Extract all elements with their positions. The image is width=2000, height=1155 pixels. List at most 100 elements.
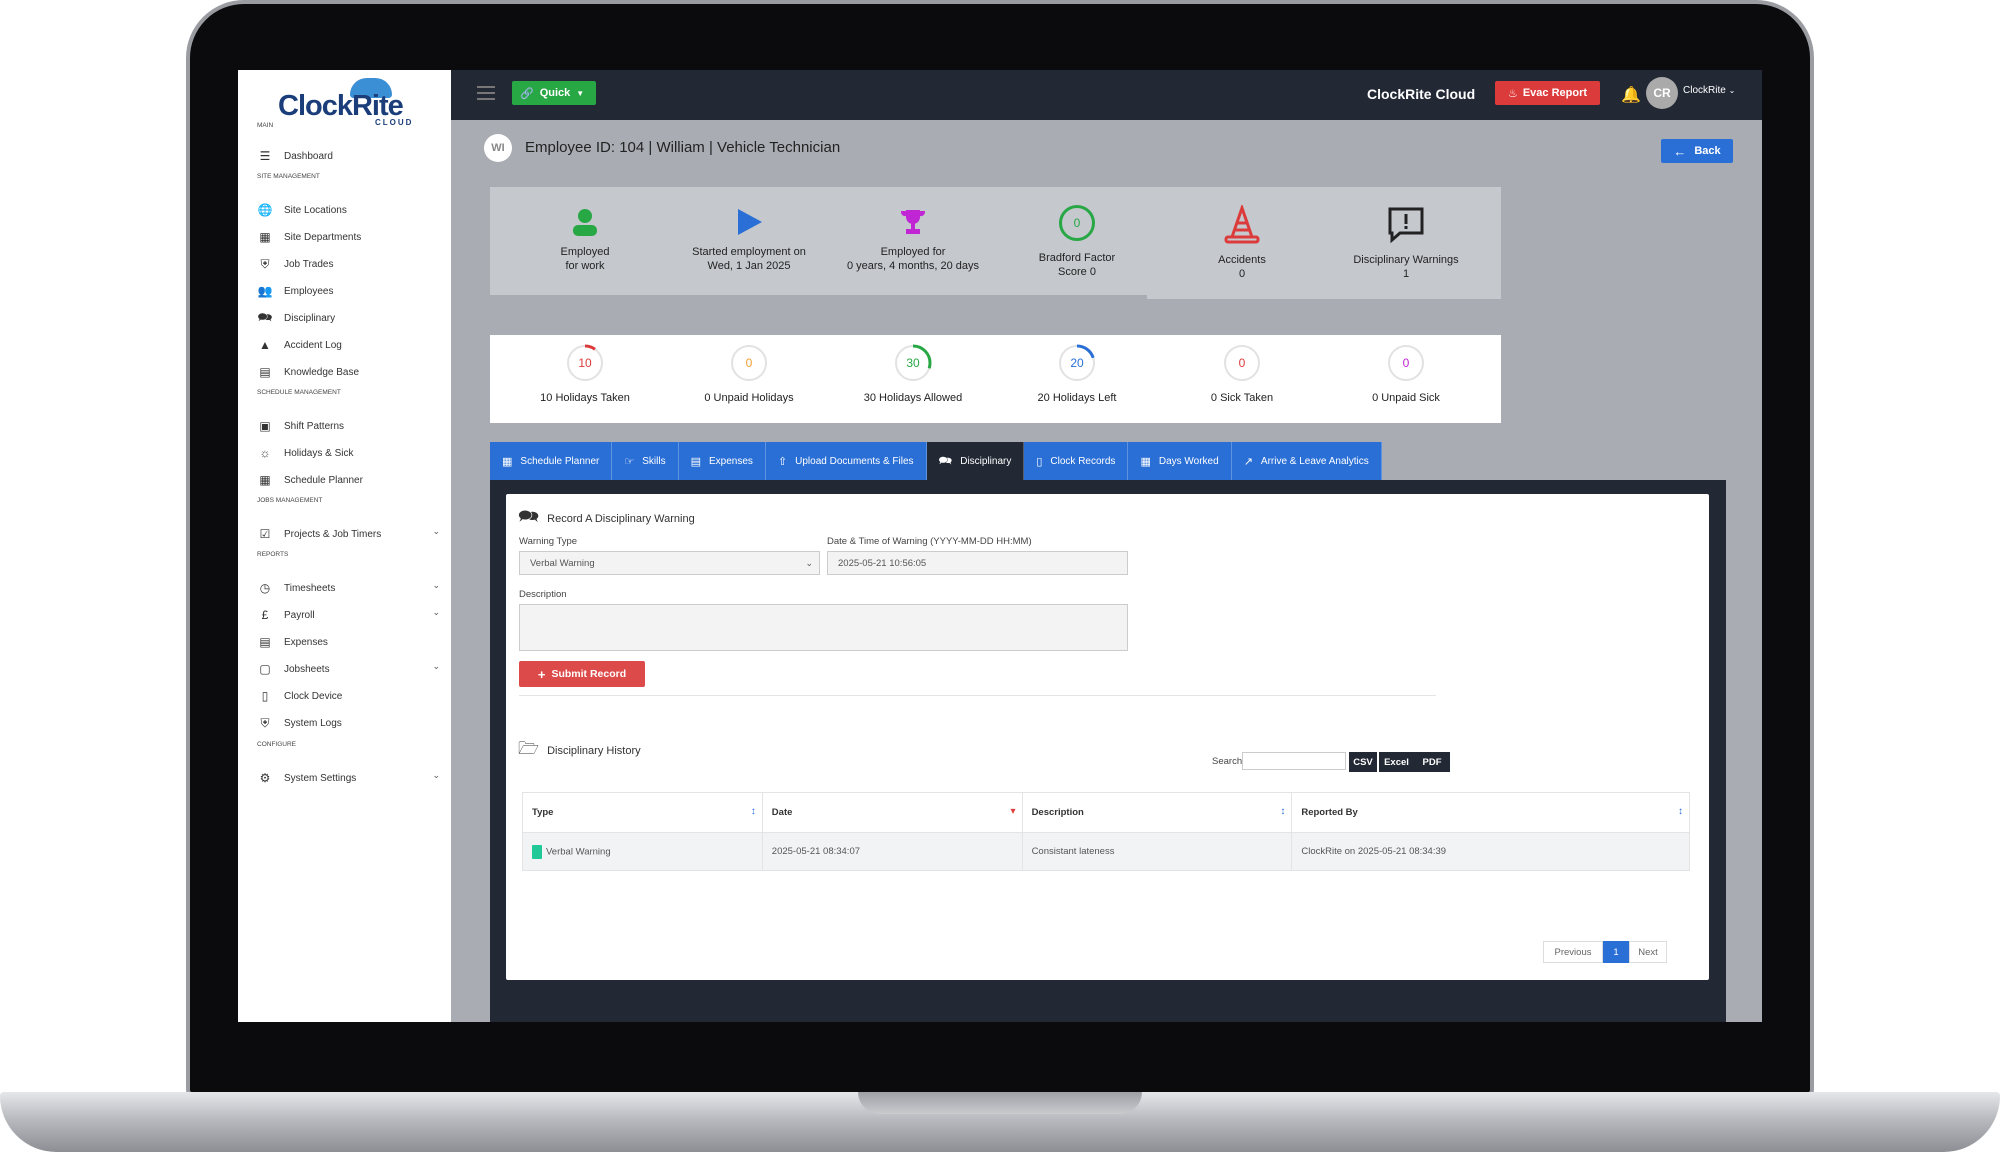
- tab-clock-records[interactable]: ▯ Clock Records: [1024, 442, 1129, 480]
- warning-type-select[interactable]: Verbal Warning ⌄: [519, 551, 820, 575]
- stat-card-line1: Accidents: [1218, 254, 1266, 266]
- holiday-ring-value: 0: [1402, 356, 1410, 370]
- holiday-ring: 0: [729, 343, 769, 383]
- topbar: 🔗 Quick ▼ ClockRite Cloud ♨ Evac Report 🔔 C…: [451, 70, 1762, 120]
- avatar[interactable]: CR: [1646, 77, 1678, 109]
- column-header[interactable]: Reported By ↕: [1291, 792, 1690, 833]
- chevron-down-icon: ⌄: [805, 557, 813, 568]
- back-button[interactable]: ← Back: [1661, 139, 1733, 163]
- tab-days-worked[interactable]: ▦ Days Worked: [1128, 442, 1232, 480]
- export-excel-button[interactable]: Excel: [1379, 752, 1414, 772]
- sidebar-item-disciplinary[interactable]: 🗪 Disciplinary: [258, 308, 440, 328]
- sidebar-section-title: MAIN: [257, 122, 274, 129]
- form-title-text: Record A Disciplinary Warning: [547, 512, 695, 525]
- sidebar-item-label: Projects & Job Timers: [284, 528, 382, 540]
- holiday-stat-label: 0 Unpaid Holidays: [704, 392, 794, 404]
- arrow-left-icon: ←: [1673, 143, 1687, 159]
- sidebar-item-job-trades[interactable]: ⛨ Job Trades: [258, 254, 440, 274]
- holiday-stat-label: 0 Sick Taken: [1210, 392, 1274, 404]
- link-icon: 🔗: [520, 87, 534, 100]
- sidebar: ClockRite CLOUD MAIN ☰ Dashboard SITE MANAG…: [238, 70, 451, 1022]
- clock-icon: ◷: [259, 581, 271, 595]
- table-row[interactable]: Verbal Warning 2025-05-21 08:34:07 Consist…: [522, 832, 1690, 871]
- chevron-down-icon: ⌄: [432, 770, 440, 780]
- tab-label: Schedule Planner: [520, 455, 600, 467]
- sidebar-item-holidays-sick[interactable]: ☼ Holidays & Sick: [258, 443, 440, 463]
- pagination-next[interactable]: Next: [1629, 941, 1667, 963]
- screen: ClockRite CLOUD MAIN ☰ Dashboard SITE MANAG…: [238, 70, 1762, 1022]
- holiday-ring-value: 0: [1238, 356, 1246, 370]
- holiday-ring: 10: [565, 343, 605, 383]
- receipt-icon: ▤: [690, 455, 701, 468]
- user-name: ClockRite: [1683, 85, 1726, 96]
- status-color-badge: [532, 844, 542, 859]
- sidebar-item-system-logs[interactable]: ⛨ System Logs: [258, 713, 440, 733]
- sidebar-item-timesheets[interactable]: ◷ Timesheets ⌄: [258, 578, 440, 598]
- sidebar-item-projects-job-timers[interactable]: ☑ Projects & Job Timers ⌄: [258, 524, 440, 544]
- sidebar-item-knowledge-base[interactable]: ▤ Knowledge Base: [258, 362, 440, 382]
- tab-upload-documents-files[interactable]: ⇧ Upload Documents & Files: [766, 442, 927, 480]
- column-header[interactable]: Type ↕: [522, 792, 763, 833]
- tab-expenses[interactable]: ▤ Expenses: [679, 442, 766, 480]
- sidebar-item-label: Site Departments: [284, 231, 362, 243]
- holiday-ring: 0: [1222, 343, 1262, 383]
- sidebar-item-label: System Settings: [284, 772, 357, 784]
- chevron-down-icon: ⌄: [432, 526, 440, 536]
- holiday-ring-value: 30: [906, 356, 920, 370]
- sidebar-item-label: Holidays & Sick: [284, 447, 354, 459]
- export-pdf-button[interactable]: PDF: [1414, 752, 1450, 772]
- description-textarea[interactable]: [519, 604, 1128, 651]
- sidebar-item-label: Employees: [284, 285, 334, 297]
- sidebar-item-shift-patterns[interactable]: ▣ Shift Patterns: [258, 416, 440, 436]
- sidebar-item-employees[interactable]: 👥 Employees: [258, 281, 440, 301]
- column-header[interactable]: Date ▾: [761, 792, 1023, 833]
- date-label: Date & Time of Warning (YYYY-MM-DD HH:MM…: [827, 536, 1032, 547]
- search-label: Search:: [1212, 756, 1245, 767]
- sidebar-item-expenses[interactable]: ▤ Expenses: [258, 632, 440, 652]
- tab-arrive-leave-analytics[interactable]: ↗ Arrive & Leave Analytics: [1232, 442, 1382, 480]
- date-time-input[interactable]: [827, 551, 1128, 575]
- export-csv-button[interactable]: CSV: [1349, 752, 1377, 772]
- submit-record-button[interactable]: + Submit Record: [519, 661, 645, 687]
- stat-card-line1: Employed for: [880, 246, 946, 258]
- holiday-stat-card: 20 20 Holidays Left: [982, 335, 1172, 423]
- sidebar-item-site-departments[interactable]: ▦ Site Departments: [258, 227, 440, 247]
- description-label: Description: [519, 589, 567, 600]
- tab-skills[interactable]: ☞ Skills: [612, 442, 679, 480]
- holiday-stat-label: 20 Holidays Left: [1037, 392, 1117, 404]
- sidebar-item-accident-log[interactable]: ▲ Accident Log: [258, 335, 440, 355]
- column-header[interactable]: Description ↕: [1021, 792, 1293, 833]
- divider: [519, 695, 1436, 696]
- user-menu[interactable]: ClockRite ⌄: [1683, 85, 1735, 96]
- tab-bar: ▦ Schedule Planner ☞ Skills ▤ Expenses ⇧ Upload…: [490, 442, 1382, 480]
- sort-icon: ▾: [1010, 806, 1016, 817]
- stat-card: Started employment on Wed, 1 Jan 2025: [654, 187, 844, 295]
- pagination-page[interactable]: 1: [1603, 941, 1629, 963]
- menu-toggle-icon[interactable]: [477, 86, 495, 100]
- skills-icon: ☞: [624, 455, 635, 468]
- chevron-down-icon: ⌄: [432, 580, 440, 590]
- evac-report-button[interactable]: ♨ Evac Report: [1495, 81, 1600, 105]
- bradford-score-ring: 0: [1059, 205, 1095, 241]
- search-input[interactable]: [1242, 752, 1346, 770]
- bell-icon[interactable]: 🔔: [1621, 85, 1641, 105]
- holiday-stat-card: 0 0 Sick Taken: [1147, 335, 1337, 423]
- quick-button[interactable]: 🔗 Quick ▼: [512, 81, 596, 105]
- tab-disciplinary[interactable]: 🗪 Disciplinary: [926, 442, 1025, 480]
- sidebar-item-schedule-planner[interactable]: ▦ Schedule Planner: [258, 470, 440, 490]
- sidebar-item-jobsheets[interactable]: ▢ Jobsheets ⌄: [258, 659, 440, 679]
- holiday-ring-value: 20: [1070, 356, 1084, 370]
- sidebar-item-payroll[interactable]: £ Payroll ⌄: [258, 605, 440, 625]
- sidebar-item-dashboard[interactable]: ☰ Dashboard: [258, 146, 440, 166]
- logo[interactable]: ClockRite CLOUD: [278, 76, 418, 132]
- holiday-ring-value: 10: [578, 356, 592, 370]
- sidebar-item-clock-device[interactable]: ▯ Clock Device: [258, 686, 440, 706]
- laptop-notch: [858, 1092, 1142, 1114]
- pagination-previous[interactable]: Previous: [1543, 941, 1603, 963]
- page-title: Employee ID: 104 | William | Vehicle Tec…: [525, 139, 841, 156]
- sidebar-item-site-locations[interactable]: 🌐 Site Locations: [258, 200, 440, 220]
- sidebar-item-system-settings[interactable]: ⚙ System Settings ⌄: [258, 768, 440, 788]
- sort-icon: ↕: [1678, 806, 1683, 817]
- tab-schedule-planner[interactable]: ▦ Schedule Planner: [490, 442, 613, 480]
- shield-check-icon: ⛨: [260, 256, 270, 271]
